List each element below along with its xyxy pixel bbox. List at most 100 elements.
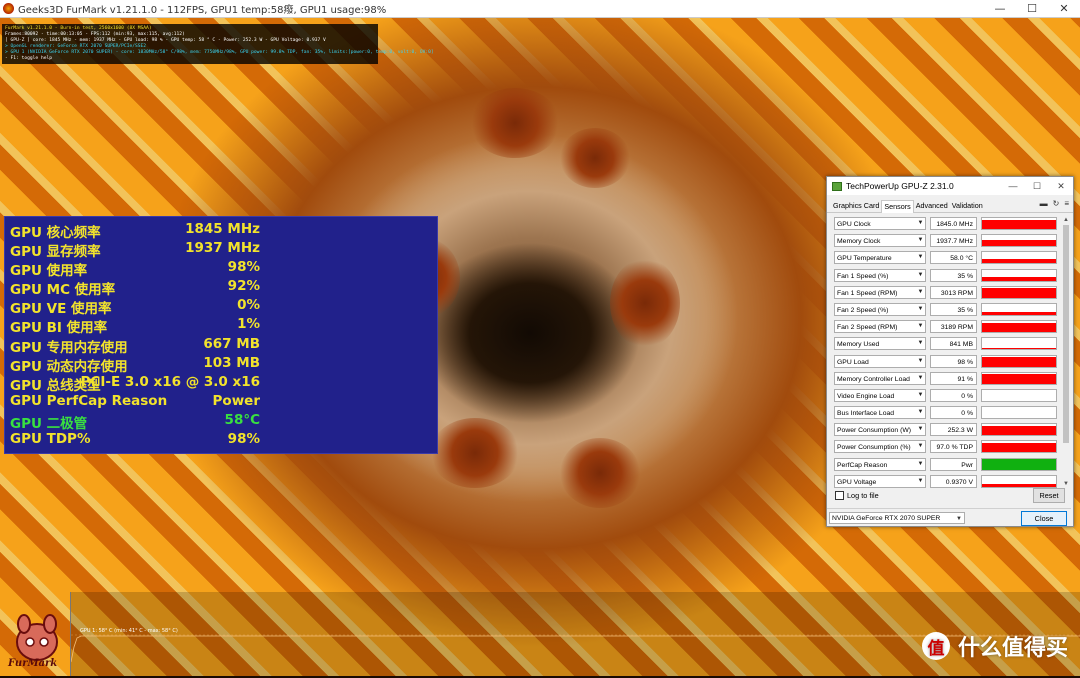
sensor-name[interactable]: Power Consumption (W)	[834, 423, 926, 437]
osd-value: 58°C	[224, 411, 260, 428]
sensor-row: Bus Interface Load ▼ 0 %	[833, 405, 1059, 422]
gpuz-toolbar: ▬ ↻ ≡	[1040, 199, 1069, 208]
osd-row: GPU TDP% 98%	[5, 431, 437, 450]
sensor-row: Memory Controller Load ▼ 91 %	[833, 371, 1059, 388]
sensor-name[interactable]: Bus Interface Load	[834, 406, 926, 420]
close-button[interactable]: ✕	[1048, 0, 1080, 17]
minimize-button[interactable]: —	[984, 0, 1016, 17]
osd-value: PCI-E 3.0 x16 @ 3.0 x16	[80, 373, 260, 390]
osd-label: GPU 使用率	[10, 263, 88, 280]
gpuz-close-footer-button[interactable]: Close	[1021, 511, 1067, 526]
sensor-graph	[981, 337, 1057, 351]
osd-value: 98%	[227, 431, 260, 448]
tab-validation[interactable]: Validation	[950, 201, 985, 212]
sensor-dropdown-icon[interactable]: ▼	[916, 338, 925, 349]
sensor-value: 98 %	[930, 354, 977, 368]
sensor-value: 0 %	[930, 406, 977, 420]
sensor-name[interactable]: GPU Voltage	[834, 474, 926, 488]
gpuz-maximize-button[interactable]: ☐	[1025, 181, 1049, 192]
sensor-dropdown-icon[interactable]: ▼	[916, 407, 925, 418]
fur-texture-spot	[430, 418, 520, 488]
device-select[interactable]: NVIDIA GeForce RTX 2070 SUPER ▼	[829, 512, 965, 524]
sensor-name[interactable]: Power Consumption (%)	[834, 440, 926, 454]
sensor-name[interactable]: Memory Controller Load	[834, 371, 926, 385]
sensor-dropdown-icon[interactable]: ▼	[916, 235, 925, 246]
sensor-value: 35 %	[930, 302, 977, 316]
refresh-icon[interactable]: ↻	[1053, 199, 1060, 208]
sensor-graph-fill	[982, 374, 1056, 384]
osd-value: 92%	[227, 278, 260, 295]
osd-label: GPU 专用内存使用	[10, 339, 128, 356]
osd-label: GPU 核心频率	[10, 225, 101, 241]
sensor-dropdown-icon[interactable]: ▼	[916, 390, 925, 401]
gpuz-app-icon	[832, 181, 842, 191]
sensor-name[interactable]: Memory Clock	[834, 234, 926, 248]
sensor-graph	[981, 474, 1057, 488]
window-controls: — ☐ ✕	[984, 0, 1080, 17]
sensor-dropdown-icon[interactable]: ▼	[916, 218, 925, 229]
sensor-dropdown-icon[interactable]: ▼	[916, 304, 925, 315]
sensor-name[interactable]: GPU Clock	[834, 217, 926, 230]
sensor-value: Pwr	[930, 457, 977, 471]
sensor-graph-fill	[982, 348, 1056, 350]
sensor-dropdown-icon[interactable]: ▼	[916, 356, 925, 367]
sensor-dropdown-icon[interactable]: ▼	[916, 476, 925, 487]
log-to-file[interactable]: Log to file	[835, 491, 879, 500]
scroll-thumb[interactable]	[1063, 225, 1069, 443]
sensor-row: PerfCap Reason ▼ Pwr	[833, 457, 1059, 474]
sensor-dropdown-icon[interactable]: ▼	[916, 270, 925, 281]
sensor-value: 3013 RPM	[930, 285, 977, 299]
sensor-graph-fill	[982, 458, 1056, 470]
sensor-graph	[981, 285, 1057, 299]
sensor-dropdown-icon[interactable]: ▼	[916, 373, 925, 384]
osd-label: GPU MC 使用率	[10, 282, 116, 299]
sensor-graph-fill	[982, 322, 1056, 333]
sensor-name[interactable]: Memory Used	[834, 337, 926, 351]
gpuz-window: TechPowerUp GPU-Z 2.31.0 — ☐ ✕ Graphics …	[826, 176, 1074, 527]
sensor-dropdown-icon[interactable]: ▼	[916, 287, 925, 298]
sensor-graph	[981, 457, 1057, 471]
reset-button[interactable]: Reset	[1033, 488, 1065, 503]
tab-sensors[interactable]: Sensors	[881, 200, 914, 213]
gpuz-close-button[interactable]: ✕	[1049, 181, 1073, 192]
sensor-value: 841 MB	[930, 337, 977, 351]
tab-advanced[interactable]: Advanced	[914, 201, 950, 212]
sensor-name[interactable]: Fan 1 Speed (RPM)	[834, 285, 926, 299]
maximize-button[interactable]: ☐	[1016, 0, 1048, 17]
sensor-name[interactable]: Fan 2 Speed (%)	[834, 302, 926, 316]
osd-row: GPU 核心频率 1845 MHz	[5, 221, 437, 241]
sensor-name[interactable]: Video Engine Load	[834, 388, 926, 402]
osd-row: GPU 总线类型 PCI-E 3.0 x16 @ 3.0 x16	[5, 373, 437, 394]
sensor-dropdown-icon[interactable]: ▼	[916, 459, 925, 470]
sensor-name[interactable]: GPU Load	[834, 354, 926, 368]
sensor-graph-fill	[982, 288, 1056, 298]
furmark-app-icon	[3, 3, 14, 14]
screenshot-icon[interactable]: ▬	[1040, 199, 1048, 208]
sensor-graph-fill	[982, 220, 1056, 229]
sensor-name[interactable]: GPU Temperature	[834, 251, 926, 265]
sensor-dropdown-icon[interactable]: ▼	[916, 424, 925, 435]
gpuz-sensor-list: GPU Clock ▼ 1845.0 MHz Memory Clock ▼ 1937.7 …	[833, 216, 1059, 491]
sensor-dropdown-icon[interactable]: ▼	[916, 252, 925, 263]
gpuz-scrollbar[interactable]: ▲ ▼	[1062, 217, 1070, 487]
sensor-name[interactable]: Fan 1 Speed (%)	[834, 268, 926, 282]
sensor-name[interactable]: PerfCap Reason	[834, 457, 926, 471]
furmark-logo-text: FurMark	[8, 658, 58, 669]
sensor-row: Fan 1 Speed (%) ▼ 35 %	[833, 268, 1059, 285]
sensor-graph-fill	[982, 311, 1056, 315]
sensor-graph	[981, 354, 1057, 368]
scroll-up-icon[interactable]: ▲	[1062, 217, 1070, 223]
osd-label: GPU PerfCap Reason	[10, 392, 168, 409]
sensor-row: Fan 2 Speed (%) ▼ 35 %	[833, 302, 1059, 319]
gpuz-minimize-button[interactable]: —	[1001, 181, 1025, 192]
sensor-graph-fill	[982, 239, 1056, 247]
osd-label: GPU 动态内存使用	[10, 358, 128, 375]
log-to-file-checkbox[interactable]	[835, 491, 844, 500]
sensor-name[interactable]: Fan 2 Speed (RPM)	[834, 320, 926, 334]
tab-graphics-card[interactable]: Graphics Card	[831, 201, 881, 212]
sensor-row: GPU Clock ▼ 1845.0 MHz	[833, 216, 1059, 233]
sensor-dropdown-icon[interactable]: ▼	[916, 441, 925, 452]
sensor-dropdown-icon[interactable]: ▼	[916, 321, 925, 332]
scroll-down-icon[interactable]: ▼	[1062, 481, 1070, 487]
menu-icon[interactable]: ≡	[1064, 199, 1069, 208]
